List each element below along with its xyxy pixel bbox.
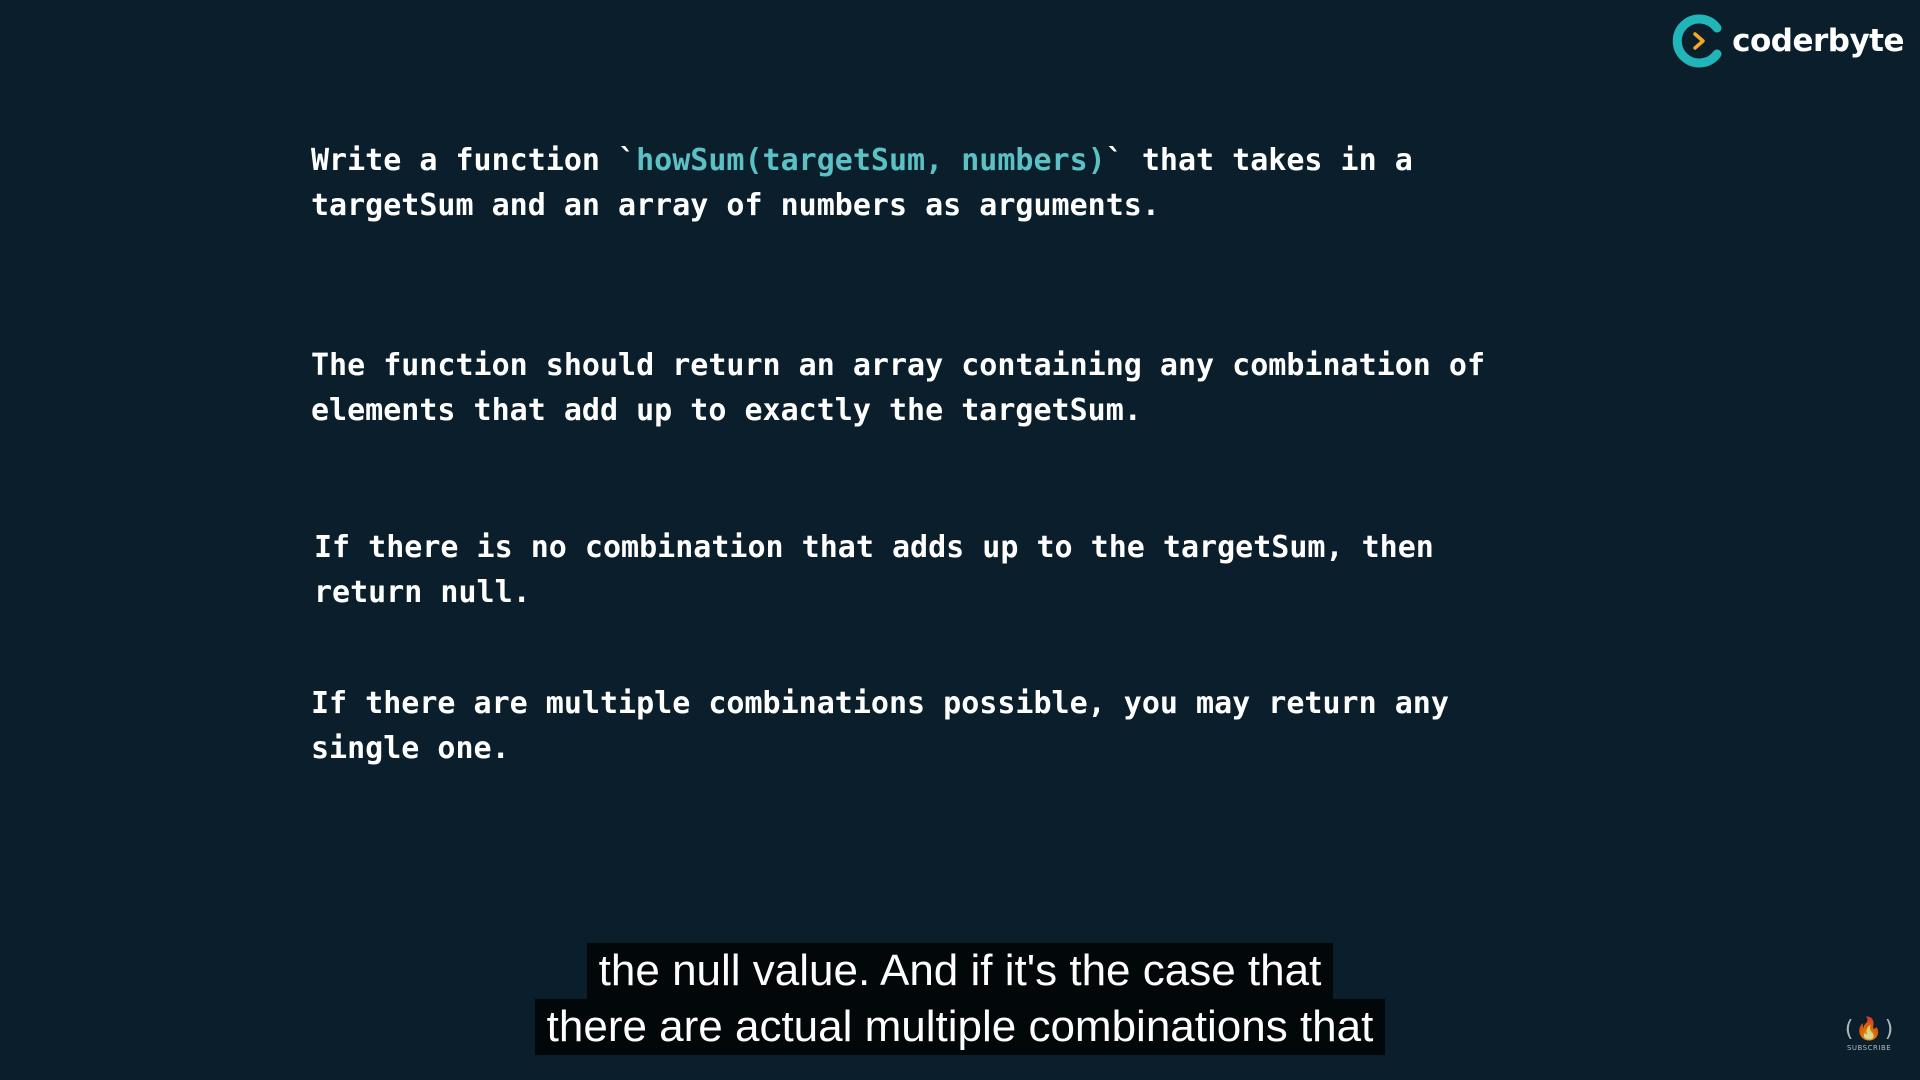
problem-paragraph-4: If there are multiple combinations possi… (311, 686, 1449, 766)
freecodecamp-flame-icon: (🔥) (1842, 1017, 1896, 1042)
logo-wordmark: coderbyte (1732, 23, 1904, 59)
subscribe-watermark[interactable]: (🔥) SUBSCRIBE (1842, 1017, 1896, 1053)
p1-text-before: Write a function ` (311, 143, 637, 178)
coderbyte-logo: coderbyte (1672, 14, 1904, 68)
subtitle-line-1: the null value. And if it's the case tha… (586, 943, 1334, 999)
coderbyte-logo-icon (1672, 14, 1722, 68)
problem-paragraph-2: The function should return an array cont… (311, 348, 1485, 428)
subtitle-captions: the null value. And if it's the case tha… (0, 943, 1920, 1055)
function-signature: howSum(targetSum, numbers) (636, 143, 1106, 178)
subtitle-line-2: there are actual multiple combinations t… (534, 999, 1386, 1055)
subscribe-label: SUBSCRIBE (1846, 1044, 1892, 1052)
problem-paragraph-1: Write a function `howSum(targetSum, numb… (311, 138, 1413, 228)
problem-paragraph-3: If there is no combination that adds up … (314, 530, 1434, 610)
